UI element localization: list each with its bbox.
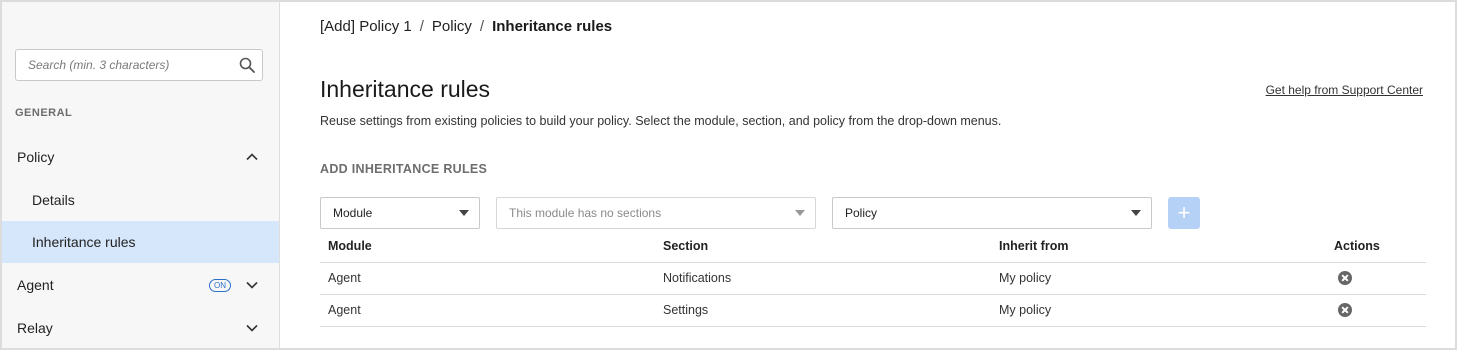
delete-icon[interactable] (1338, 271, 1352, 286)
search-icon[interactable] (238, 56, 256, 74)
search-box (15, 49, 263, 81)
sidebar-item-inheritance-rules[interactable]: Inheritance rules (2, 221, 279, 263)
sidebar-item-relay[interactable]: Relay (2, 307, 279, 348)
page-title: Inheritance rules (320, 76, 491, 102)
chevron-down-icon (246, 324, 258, 332)
caret-down-icon (1131, 210, 1141, 216)
cell-module: Agent (320, 262, 655, 295)
sidebar: GENERAL Policy Details Inheritance rules… (2, 2, 280, 348)
chevron-up-icon (246, 153, 258, 161)
app-frame: GENERAL Policy Details Inheritance rules… (0, 0, 1457, 350)
breadcrumb-item-policy[interactable]: Policy (432, 18, 472, 35)
sidebar-item-label: Inheritance rules (32, 234, 136, 250)
cell-actions (1326, 262, 1426, 295)
cell-inherit-from: My policy (991, 294, 1326, 327)
sidebar-item-label: Details (32, 192, 75, 208)
cell-actions (1326, 294, 1426, 327)
section-select: This module has no sections (496, 197, 816, 229)
chevron-down-icon (246, 281, 258, 289)
breadcrumb-separator: / (479, 18, 485, 35)
policy-select-value: Policy (845, 206, 878, 220)
table-row: Agent Notifications My policy (320, 262, 1426, 295)
column-header-section: Section (655, 231, 991, 263)
support-center-link[interactable]: Get help from Support Center (1266, 83, 1423, 97)
table-row: Agent Settings My policy (320, 294, 1426, 327)
cell-module: Agent (320, 294, 655, 327)
cell-inherit-from: My policy (991, 262, 1326, 295)
status-badge: ON (209, 278, 231, 292)
sidebar-item-label: Policy (17, 149, 55, 165)
inheritance-rules-table: Module Section Inherit from Actions Agen… (320, 231, 1426, 327)
add-rules-heading: ADD INHERITANCE RULES (320, 162, 488, 176)
search-input[interactable] (16, 50, 226, 80)
module-select[interactable]: Module (320, 197, 480, 229)
column-header-inherit-from: Inherit from (991, 231, 1326, 263)
caret-down-icon (795, 210, 805, 216)
section-select-value: This module has no sections (509, 206, 662, 220)
policy-select[interactable]: Policy (832, 197, 1152, 229)
column-header-actions: Actions (1326, 231, 1426, 263)
delete-icon[interactable] (1338, 303, 1352, 318)
cell-section: Notifications (655, 262, 991, 295)
sidebar-item-label: Agent (17, 277, 54, 293)
module-select-value: Module (333, 206, 373, 220)
breadcrumb-item-current: Inheritance rules (492, 18, 613, 35)
breadcrumb: [Add] Policy 1 / Policy / Inheritance ru… (320, 18, 612, 35)
add-rule-button[interactable]: + (1168, 197, 1200, 229)
caret-down-icon (459, 210, 469, 216)
column-header-module: Module (320, 231, 655, 263)
section-label-general: GENERAL (15, 107, 73, 119)
main-content: [Add] Policy 1 / Policy / Inheritance ru… (280, 2, 1455, 348)
page-description: Reuse settings from existing policies to… (320, 114, 1002, 128)
sidebar-item-label: Relay (17, 320, 53, 336)
breadcrumb-separator: / (419, 18, 424, 35)
table-header-row: Module Section Inherit from Actions (320, 231, 1426, 263)
breadcrumb-item-policy-1[interactable]: [Add] Policy 1 (320, 18, 412, 35)
sidebar-item-details[interactable]: Details (2, 179, 279, 221)
sidebar-item-agent[interactable]: Agent ON (2, 264, 279, 306)
cell-section: Settings (655, 294, 991, 327)
sidebar-item-policy[interactable]: Policy (2, 136, 279, 178)
